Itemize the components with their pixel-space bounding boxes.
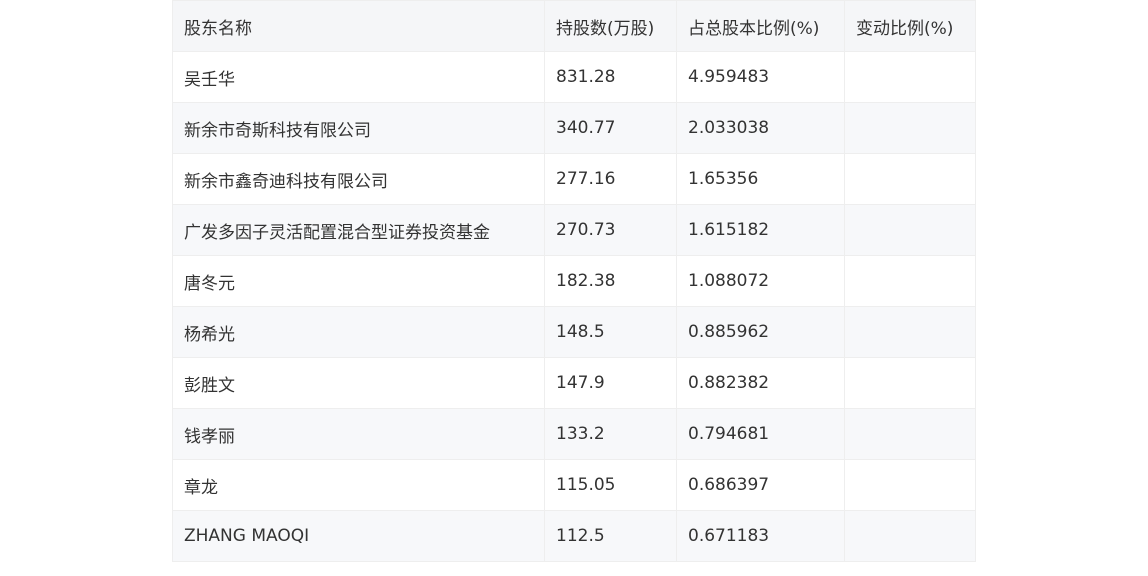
cell-ratio: 1.615182	[676, 204, 845, 256]
table-row: ZHANG MAOQI 112.5 0.671183	[172, 510, 976, 562]
cell-shares: 182.38	[544, 255, 677, 307]
cell-name: 章龙	[172, 459, 545, 511]
shareholders-table-container: 股东名称 持股数(万股) 占总股本比例(%) 变动比例(%) 吴壬华 831.2…	[172, 0, 976, 562]
header-shares-held: 持股数(万股)	[544, 0, 677, 52]
table-header-row: 股东名称 持股数(万股) 占总股本比例(%) 变动比例(%)	[172, 0, 976, 52]
table-row: 杨希光 148.5 0.885962	[172, 306, 976, 358]
cell-shares: 147.9	[544, 357, 677, 409]
cell-change	[844, 459, 976, 511]
cell-name: 吴壬华	[172, 51, 545, 103]
cell-shares: 340.77	[544, 102, 677, 154]
cell-ratio: 4.959483	[676, 51, 845, 103]
cell-shares: 270.73	[544, 204, 677, 256]
table-row: 广发多因子灵活配置混合型证券投资基金 270.73 1.615182	[172, 204, 976, 256]
cell-shares: 831.28	[544, 51, 677, 103]
header-shareholder-name: 股东名称	[172, 0, 545, 52]
cell-name: 钱孝丽	[172, 408, 545, 460]
table-row: 彭胜文 147.9 0.882382	[172, 357, 976, 409]
cell-change	[844, 255, 976, 307]
shareholders-table: 股东名称 持股数(万股) 占总股本比例(%) 变动比例(%) 吴壬华 831.2…	[172, 0, 976, 562]
cell-name: 杨希光	[172, 306, 545, 358]
cell-name: 新余市鑫奇迪科技有限公司	[172, 153, 545, 205]
cell-shares: 112.5	[544, 510, 677, 562]
table-row: 新余市奇斯科技有限公司 340.77 2.033038	[172, 102, 976, 154]
cell-name: 新余市奇斯科技有限公司	[172, 102, 545, 154]
table-row: 吴壬华 831.28 4.959483	[172, 51, 976, 103]
table-row: 章龙 115.05 0.686397	[172, 459, 976, 511]
cell-change	[844, 306, 976, 358]
cell-ratio: 0.686397	[676, 459, 845, 511]
cell-ratio: 2.033038	[676, 102, 845, 154]
cell-name: 广发多因子灵活配置混合型证券投资基金	[172, 204, 545, 256]
table-row: 唐冬元 182.38 1.088072	[172, 255, 976, 307]
cell-shares: 277.16	[544, 153, 677, 205]
table-row: 新余市鑫奇迪科技有限公司 277.16 1.65356	[172, 153, 976, 205]
cell-change	[844, 153, 976, 205]
cell-ratio: 0.885962	[676, 306, 845, 358]
cell-name: ZHANG MAOQI	[172, 510, 545, 562]
cell-change	[844, 51, 976, 103]
header-change-ratio: 变动比例(%)	[844, 0, 976, 52]
cell-ratio: 1.088072	[676, 255, 845, 307]
cell-change	[844, 357, 976, 409]
cell-shares: 148.5	[544, 306, 677, 358]
cell-name: 唐冬元	[172, 255, 545, 307]
cell-change	[844, 204, 976, 256]
cell-change	[844, 408, 976, 460]
table-row: 钱孝丽 133.2 0.794681	[172, 408, 976, 460]
header-share-ratio: 占总股本比例(%)	[676, 0, 845, 52]
cell-change	[844, 510, 976, 562]
cell-ratio: 0.671183	[676, 510, 845, 562]
cell-change	[844, 102, 976, 154]
cell-ratio: 1.65356	[676, 153, 845, 205]
cell-name: 彭胜文	[172, 357, 545, 409]
cell-ratio: 0.794681	[676, 408, 845, 460]
cell-shares: 115.05	[544, 459, 677, 511]
cell-shares: 133.2	[544, 408, 677, 460]
cell-ratio: 0.882382	[676, 357, 845, 409]
